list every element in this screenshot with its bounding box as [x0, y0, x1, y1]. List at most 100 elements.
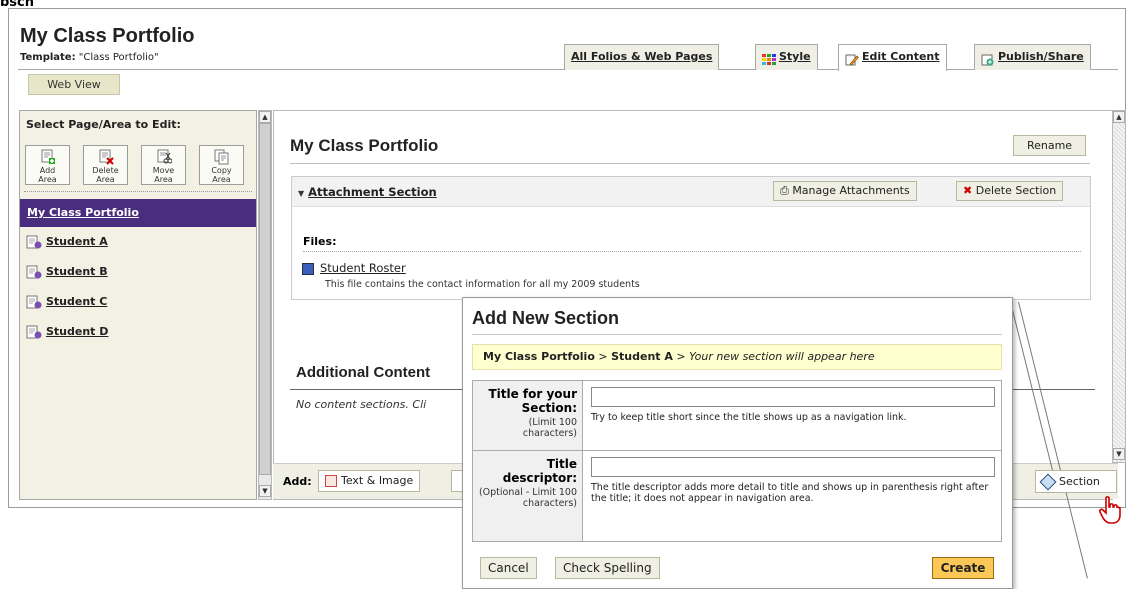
move-area-icon [156, 149, 172, 165]
edit-pencil-icon [845, 51, 859, 66]
move-area-button[interactable]: Move Area [141, 145, 186, 185]
delete-area-label2: Area [96, 175, 115, 184]
breadcrumb: My Class Portfolio > Student A > Your ne… [472, 344, 1002, 370]
text-image-icon [325, 475, 337, 487]
sidebar-item-label: Student B [46, 265, 108, 278]
sidebar-item-student-d[interactable]: Student D [26, 323, 108, 341]
content-title: My Class Portfolio [290, 136, 439, 155]
title-field-label: Title for your Section: [488, 387, 577, 415]
manage-attachments-button[interactable]: ⎙ Manage Attachments [773, 181, 917, 201]
word-document-icon [302, 262, 314, 275]
style-grid-icon [762, 51, 776, 65]
cancel-button[interactable]: Cancel [480, 557, 537, 579]
file-description: This file contains the contact informati… [325, 279, 640, 290]
title-label-cell: Title for your Section: (Limit 100 chara… [473, 381, 583, 450]
files-divider [303, 251, 1081, 252]
sidebar-item-student-c[interactable]: Student C [26, 293, 107, 311]
add-area-label1: Add [39, 166, 56, 175]
section-diamond-icon [1039, 473, 1057, 491]
move-area-label2: Area [154, 175, 173, 184]
copy-area-label1: Copy [211, 166, 232, 175]
tab-all-folios[interactable]: All Folios & Web Pages [564, 44, 720, 70]
move-area-label1: Move [152, 166, 175, 175]
sidebar-divider [24, 191, 252, 192]
breadcrumb-child: Student A [611, 350, 673, 363]
section-header: ▼ Attachment Section ⎙ Manage Attachments… [292, 177, 1090, 207]
section-title-input[interactable] [591, 387, 995, 407]
section-form: Title for your Section: (Limit 100 chara… [472, 380, 1002, 542]
tab-style-label: Style [779, 50, 811, 63]
check-spelling-button[interactable]: Check Spelling [555, 557, 660, 579]
scroll-down-icon[interactable]: ▼ [259, 485, 271, 497]
descriptor-row: Title descriptor: (Optional - Limit 100 … [473, 451, 1001, 541]
descriptor-help-text: The title descriptor adds more detail to… [591, 482, 989, 504]
breadcrumb-parent: My Class Portfolio [483, 350, 595, 363]
add-area-button[interactable]: Add Area [25, 145, 70, 185]
hand-pointer-cursor-icon [1098, 496, 1121, 524]
page-title: My Class Portfolio [20, 25, 195, 47]
file-link[interactable]: Student Roster [302, 261, 406, 275]
delete-section-label: Delete Section [975, 184, 1057, 197]
breadcrumb-separator: > [598, 350, 608, 363]
title-row: Title for your Section: (Limit 100 chara… [473, 381, 1001, 451]
sidebar-item-label: Student D [46, 325, 109, 338]
breadcrumb-separator: > [676, 350, 686, 363]
section-title: Attachment Section [308, 185, 437, 199]
delete-area-button[interactable]: Delete Area [83, 145, 128, 185]
page-icon [26, 325, 42, 339]
page-icon [26, 295, 42, 309]
web-view-button[interactable]: Web View [28, 74, 120, 95]
add-text-image-button[interactable]: Text & Image [318, 470, 421, 492]
breadcrumb-note: Your new section will appear here [689, 350, 875, 363]
template-value: "Class Portfolio" [78, 52, 159, 63]
delete-area-icon [98, 149, 114, 165]
scroll-up-icon[interactable]: ▲ [259, 111, 271, 123]
sidebar-item-student-a[interactable]: Student A [26, 233, 108, 251]
sidebar-item-my-class-portfolio[interactable]: My Class Portfolio [20, 199, 256, 227]
sidebar-scrollbar[interactable]: ▲ ▼ [258, 110, 272, 500]
add-section-label: Section [1059, 475, 1100, 488]
template-label: Template: [20, 52, 76, 63]
delete-area-label1: Delete [92, 166, 119, 175]
add-area-icon [40, 149, 56, 165]
files-label: Files: [303, 235, 337, 248]
dialog-title: Add New Section [472, 308, 620, 328]
caret-down-icon: ▼ [298, 189, 305, 198]
scroll-down-icon[interactable]: ▼ [1113, 448, 1125, 460]
sidebar-scroll-thumb[interactable] [259, 123, 271, 475]
dialog-divider [472, 334, 1002, 335]
scroll-up-icon[interactable]: ▲ [1113, 111, 1125, 123]
add-new-section-dialog: Add New Section My Class Portfolio > Stu… [462, 297, 1013, 589]
paperclip-icon: ⎙ [780, 184, 789, 197]
descriptor-field-label: Title descriptor: [502, 457, 577, 485]
tab-publish-share[interactable]: Publish/Share [974, 44, 1091, 70]
delete-section-button[interactable]: ✖ Delete Section [956, 181, 1064, 201]
copy-area-label2: Area [212, 175, 231, 184]
copy-area-icon [214, 149, 230, 165]
copy-area-button[interactable]: Copy Area [199, 145, 244, 185]
tab-edit-content[interactable]: Edit Content [838, 44, 947, 71]
tab-style[interactable]: Style [755, 44, 818, 70]
add-section-button[interactable]: Section [1035, 470, 1117, 493]
add-area-label2: Area [38, 175, 57, 184]
tab-publish-share-label: Publish/Share [998, 50, 1084, 63]
manage-attachments-label: Manage Attachments [792, 184, 910, 197]
no-content-text: No content sections. Cli [296, 398, 427, 411]
title-descriptor-input[interactable] [591, 457, 995, 477]
create-button[interactable]: Create [932, 557, 994, 579]
publish-icon [981, 51, 995, 66]
section-toggle[interactable]: ▼ Attachment Section [298, 185, 437, 199]
cut-off-header-text: bsch [0, 0, 35, 8]
title-divider [290, 163, 1090, 164]
content-scrollbar[interactable]: ▲ ▼ [1112, 110, 1126, 463]
sidebar-item-label: Student A [46, 235, 108, 248]
sidebar-item-label: Student C [46, 295, 108, 308]
add-text-image-label: Text & Image [341, 474, 414, 487]
sidebar-item-student-b[interactable]: Student B [26, 263, 108, 281]
rename-button[interactable]: Rename [1013, 135, 1086, 156]
template-line: Template: "Class Portfolio" [20, 52, 159, 63]
page-icon [26, 265, 42, 279]
descriptor-field-limit: (Optional - Limit 100 characters) [478, 487, 577, 509]
descriptor-label-cell: Title descriptor: (Optional - Limit 100 … [473, 451, 583, 541]
title-help-text: Try to keep title short since the title … [591, 412, 907, 423]
